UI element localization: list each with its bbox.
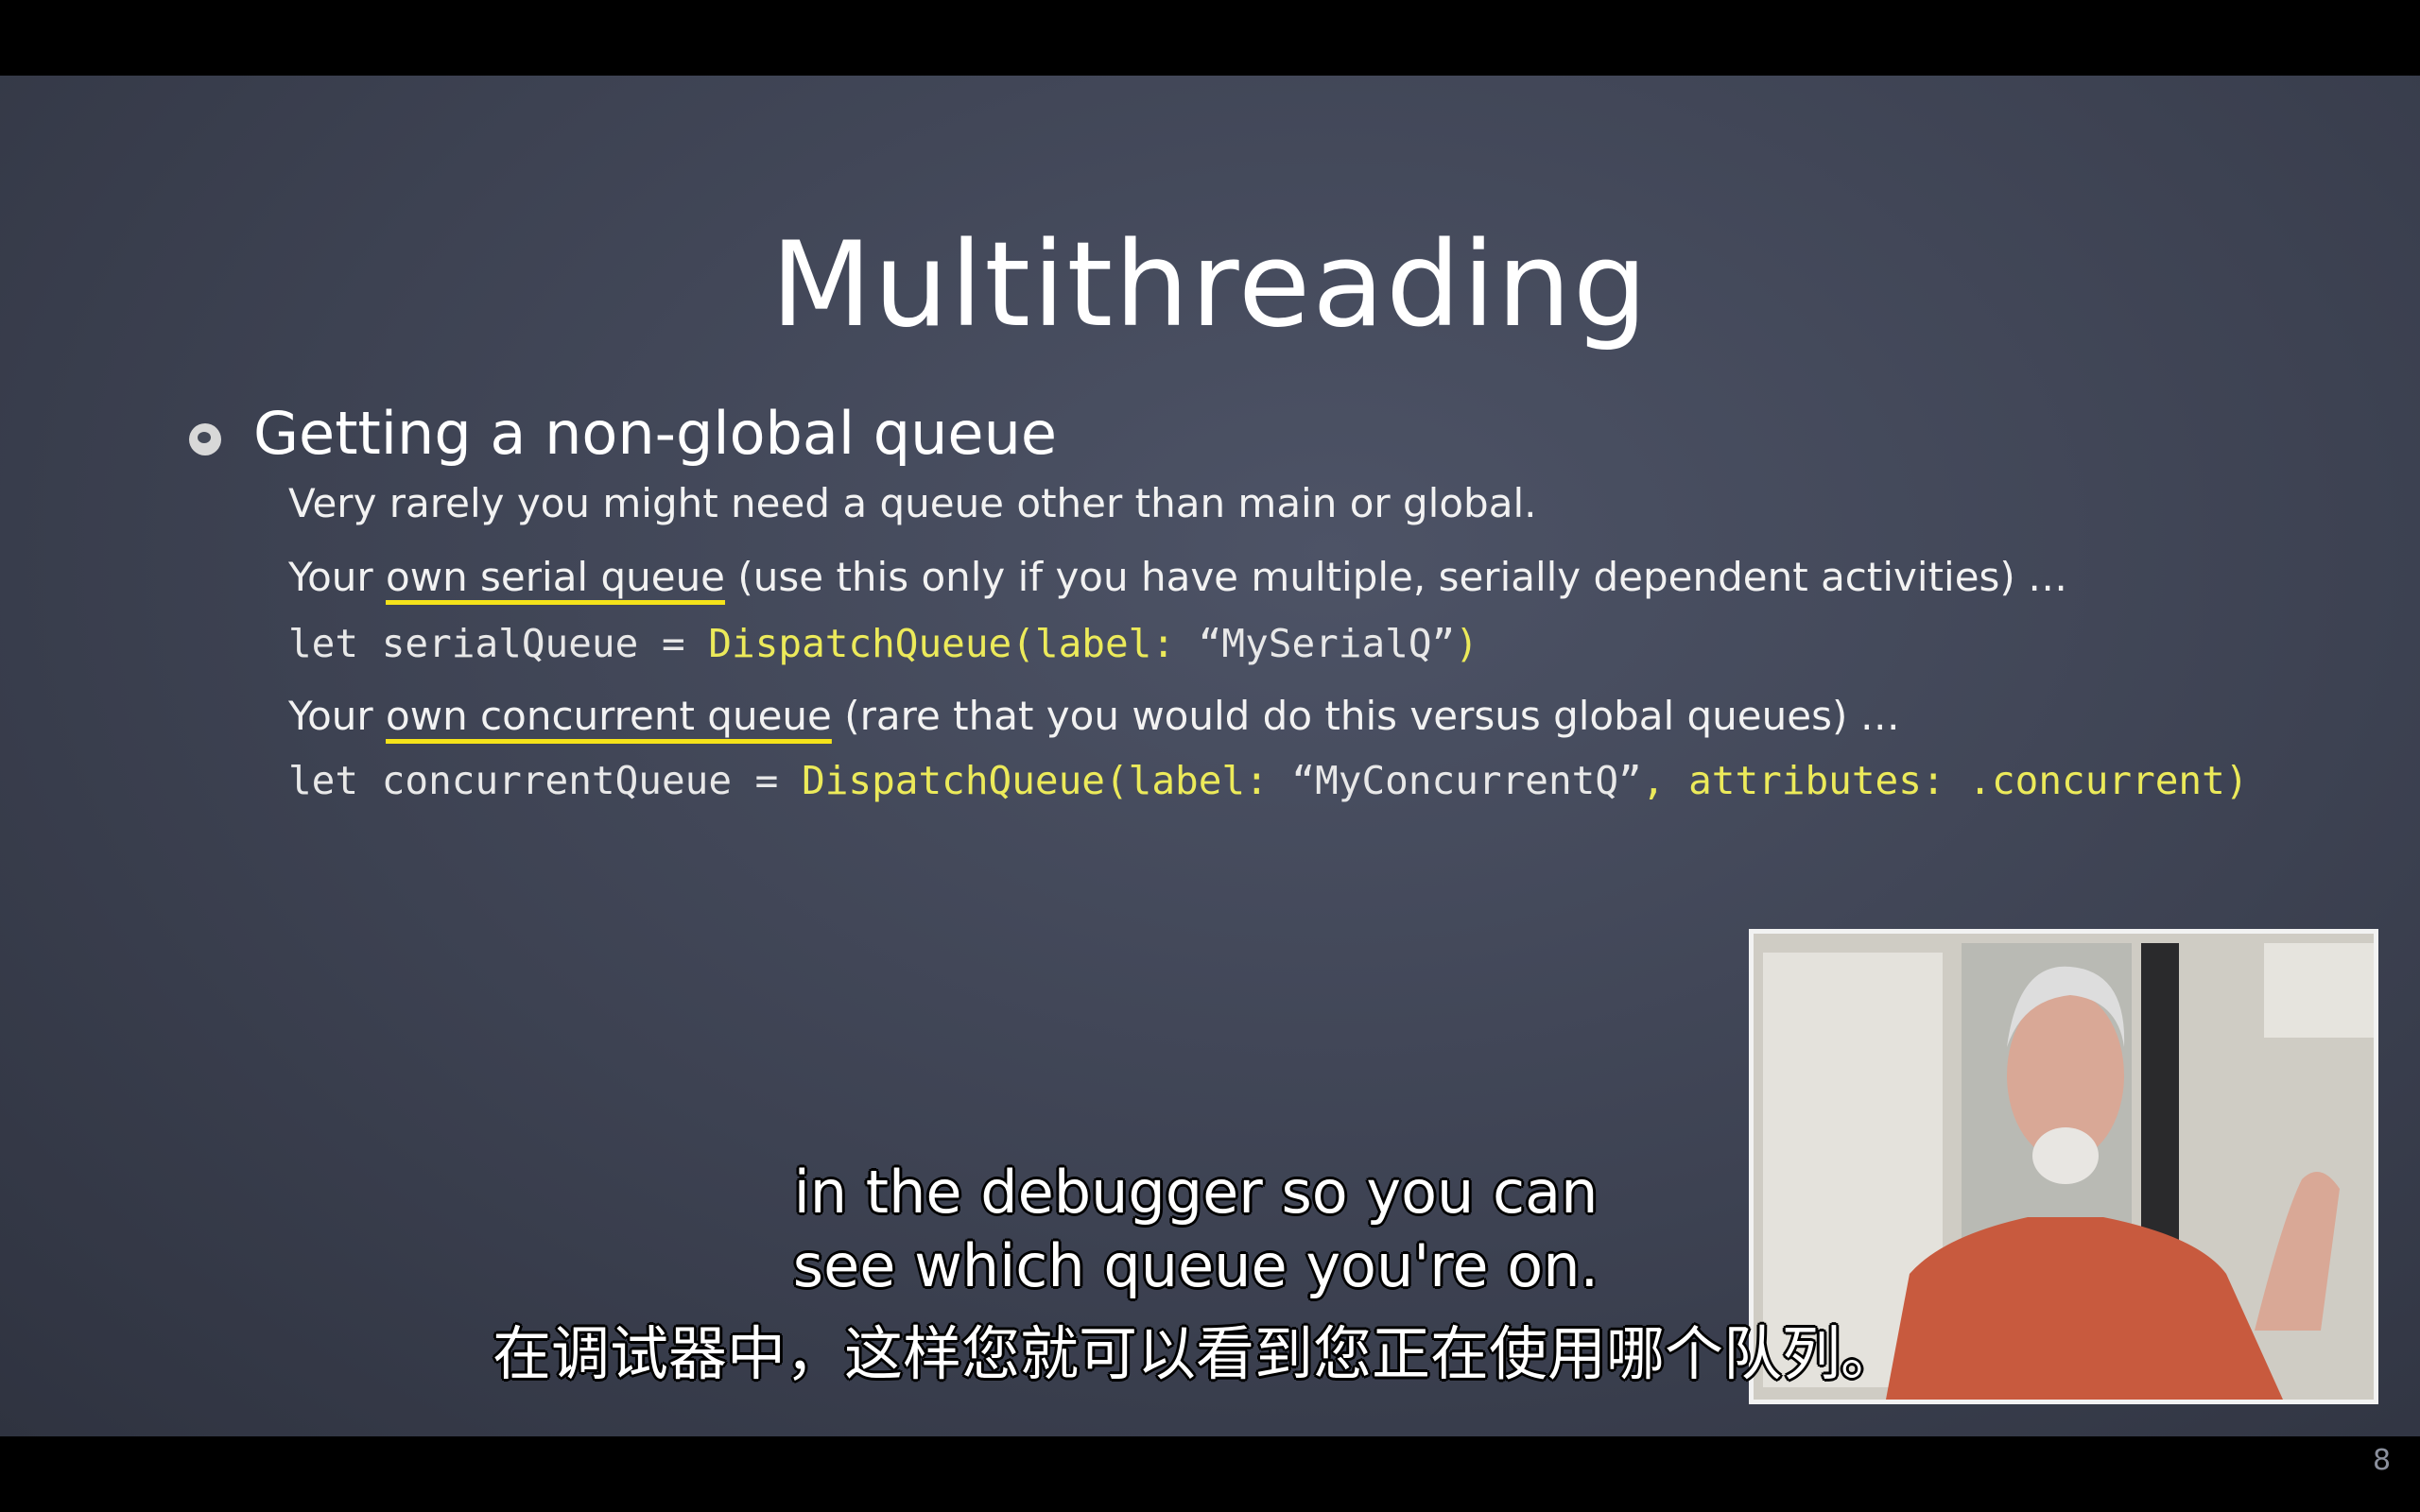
code-string: “MySerialQ” <box>1198 621 1456 666</box>
subtitle-chinese: 在调试器中，这样您就可以看到您正在使用哪个队列。 <box>492 1319 1899 1388</box>
serial-description: Your own serial queue (use this only if … <box>288 554 2067 600</box>
text: (use this only if you have multiple, ser… <box>725 554 2068 600</box>
code-end: , attributes: .concurrent) <box>1641 758 2249 803</box>
slide-heading: Getting a non-global queue <box>253 399 1058 468</box>
underlined-term: own concurrent queue <box>386 693 832 739</box>
page-number: 8 <box>2373 1444 2392 1477</box>
slide-title: Multithreading <box>770 217 1650 353</box>
code-plain: let serialQueue = <box>288 621 709 666</box>
text: Your <box>288 693 387 739</box>
code-highlight: DispatchQueue(label: <box>708 621 1199 666</box>
subtitle-english-line1: in the debugger so you can <box>793 1158 1599 1227</box>
subtitle-english-line2: see which queue you're on. <box>792 1231 1599 1300</box>
code-highlight: DispatchQueue(label: <box>802 758 1292 803</box>
underlined-term: own serial queue <box>386 554 726 600</box>
concurrent-description: Your own concurrent queue (rare that you… <box>288 693 1900 739</box>
text: Your <box>288 554 387 600</box>
code-plain: let concurrentQueue = <box>288 758 803 803</box>
serial-code: let serialQueue = DispatchQueue(label: “… <box>288 621 1478 666</box>
code-end: ) <box>1455 621 1478 666</box>
concurrent-code: let concurrentQueue = DispatchQueue(labe… <box>288 758 2249 803</box>
code-string: “MyConcurrentQ” <box>1291 758 1642 803</box>
intro-text: Very rarely you might need a queue other… <box>288 480 1537 526</box>
bullet-icon <box>189 423 221 455</box>
text: (rare that you would do this versus glob… <box>831 693 1900 739</box>
